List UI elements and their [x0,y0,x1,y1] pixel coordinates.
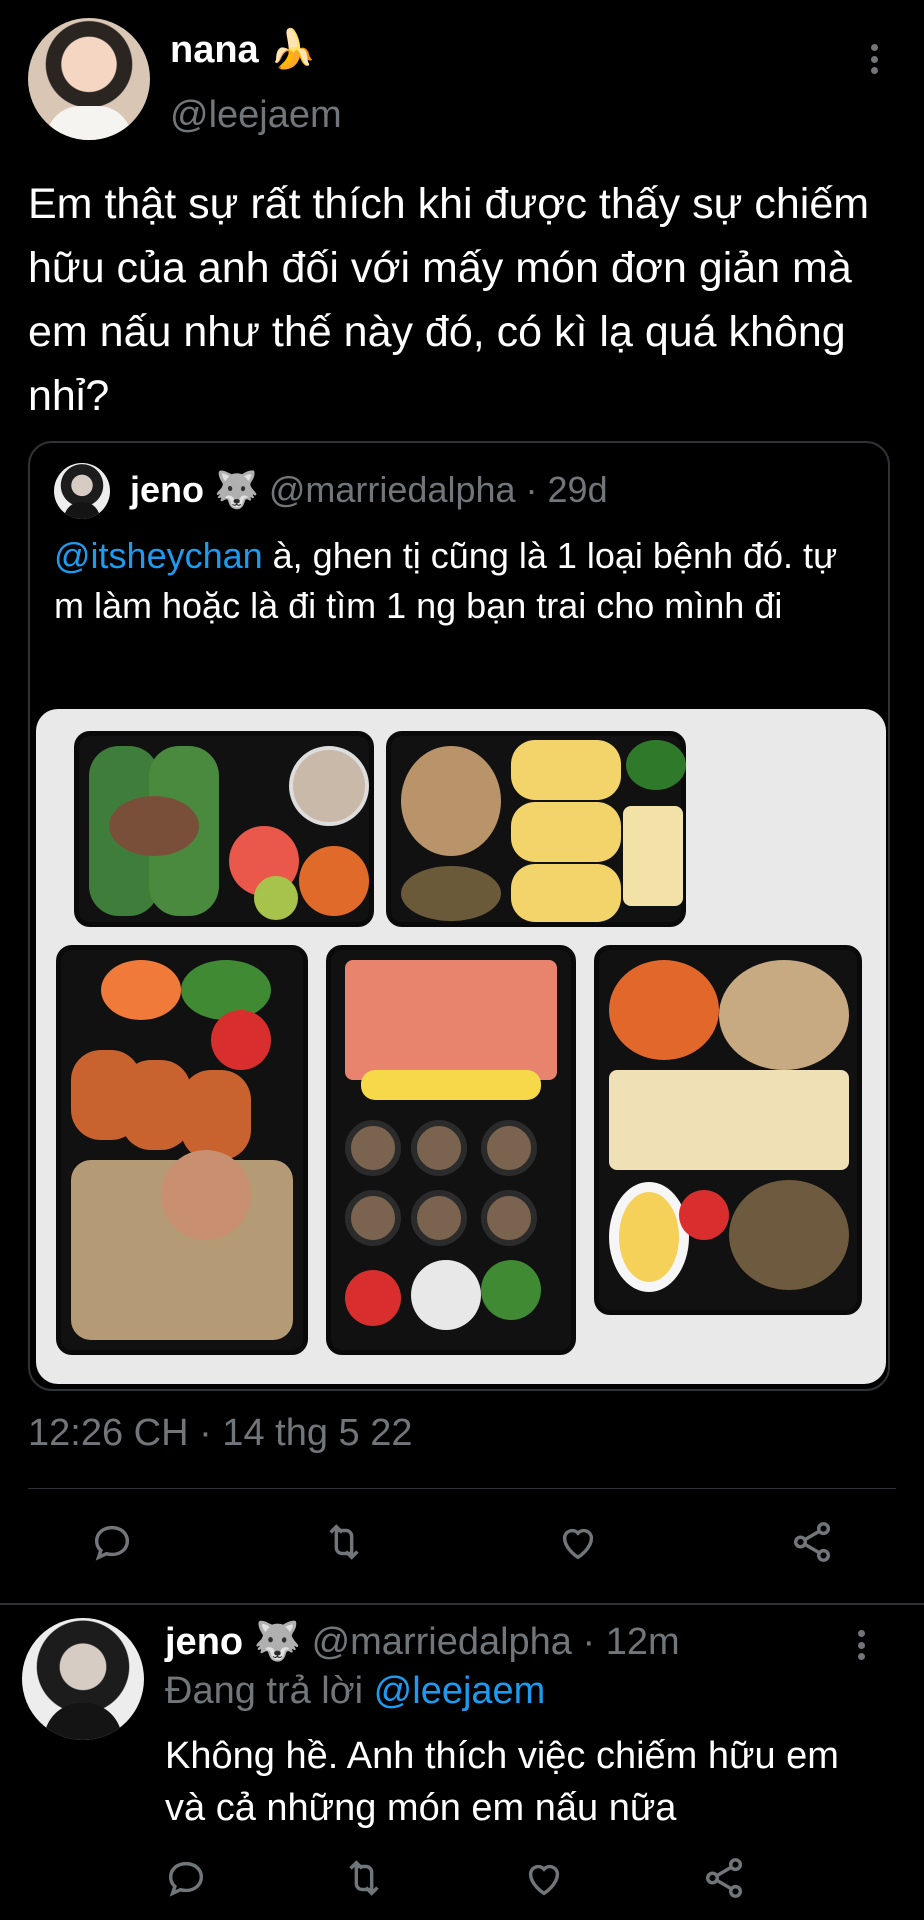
wolf-emoji: 🐺 [253,1621,302,1663]
author-avatar[interactable] [28,18,150,140]
reply-actions [0,1852,924,1912]
like-icon[interactable] [552,1516,604,1568]
quoted-tweet-text: @itsheychan à, ghen tị cũng là 1 loại bệ… [54,535,838,626]
quoted-tweet-time: · 29d [525,469,608,510]
replying-to-link[interactable]: @leejaem [374,1670,546,1712]
wolf-emoji: 🐺 [214,469,259,510]
more-icon[interactable] [856,1630,866,1660]
more-icon[interactable] [869,44,879,74]
reply-icon[interactable] [160,1852,212,1904]
quoted-author-handle: @marriedalpha [268,469,516,510]
quoted-author-name: jeno [130,469,205,510]
share-icon[interactable] [698,1852,750,1904]
quoted-tweet-card[interactable]: jeno 🐺 @marriedalpha · 29d @itsheychan à… [28,441,890,1391]
like-icon[interactable] [518,1852,570,1904]
reply-text: Không hề. Anh thích việc chiếm hữu em và… [165,1735,839,1829]
tweet-actions [0,1516,924,1576]
reply-icon[interactable] [86,1516,138,1568]
reply-author-name[interactable]: jeno [165,1621,243,1663]
share-icon[interactable] [786,1516,838,1568]
reply-tweet-header: jeno 🐺 @marriedalpha · 12m [165,1620,680,1664]
divider [28,1488,896,1489]
banana-emoji: 🍌 [269,29,317,71]
tweet-timestamp[interactable]: 12:26 CH · 14 thg 5 22 [28,1412,412,1455]
author-name[interactable]: nana 🍌 [170,28,317,72]
reply-tweet-time: · 12m [582,1621,680,1663]
retweet-icon[interactable] [338,1852,390,1904]
replying-to: Đang trả lời @leejaem [165,1670,546,1712]
bento-photo[interactable] [36,709,886,1384]
quoted-author-avatar [54,463,110,519]
reply-author-handle[interactable]: @marriedalpha [312,1621,572,1663]
reply-author-avatar[interactable] [22,1618,144,1740]
divider [0,1603,924,1605]
tweet-text: Em thật sự rất thích khi được thấy sự ch… [28,180,870,420]
retweet-icon[interactable] [318,1516,370,1568]
main-tweet: nana 🍌 @leejaem Em thật sự rất thích khi… [0,0,924,1600]
quoted-tweet-header: jeno 🐺 @marriedalpha · 29d [130,469,608,511]
mention-link[interactable]: @itsheychan [54,535,263,576]
author-handle[interactable]: @leejaem [170,94,342,137]
